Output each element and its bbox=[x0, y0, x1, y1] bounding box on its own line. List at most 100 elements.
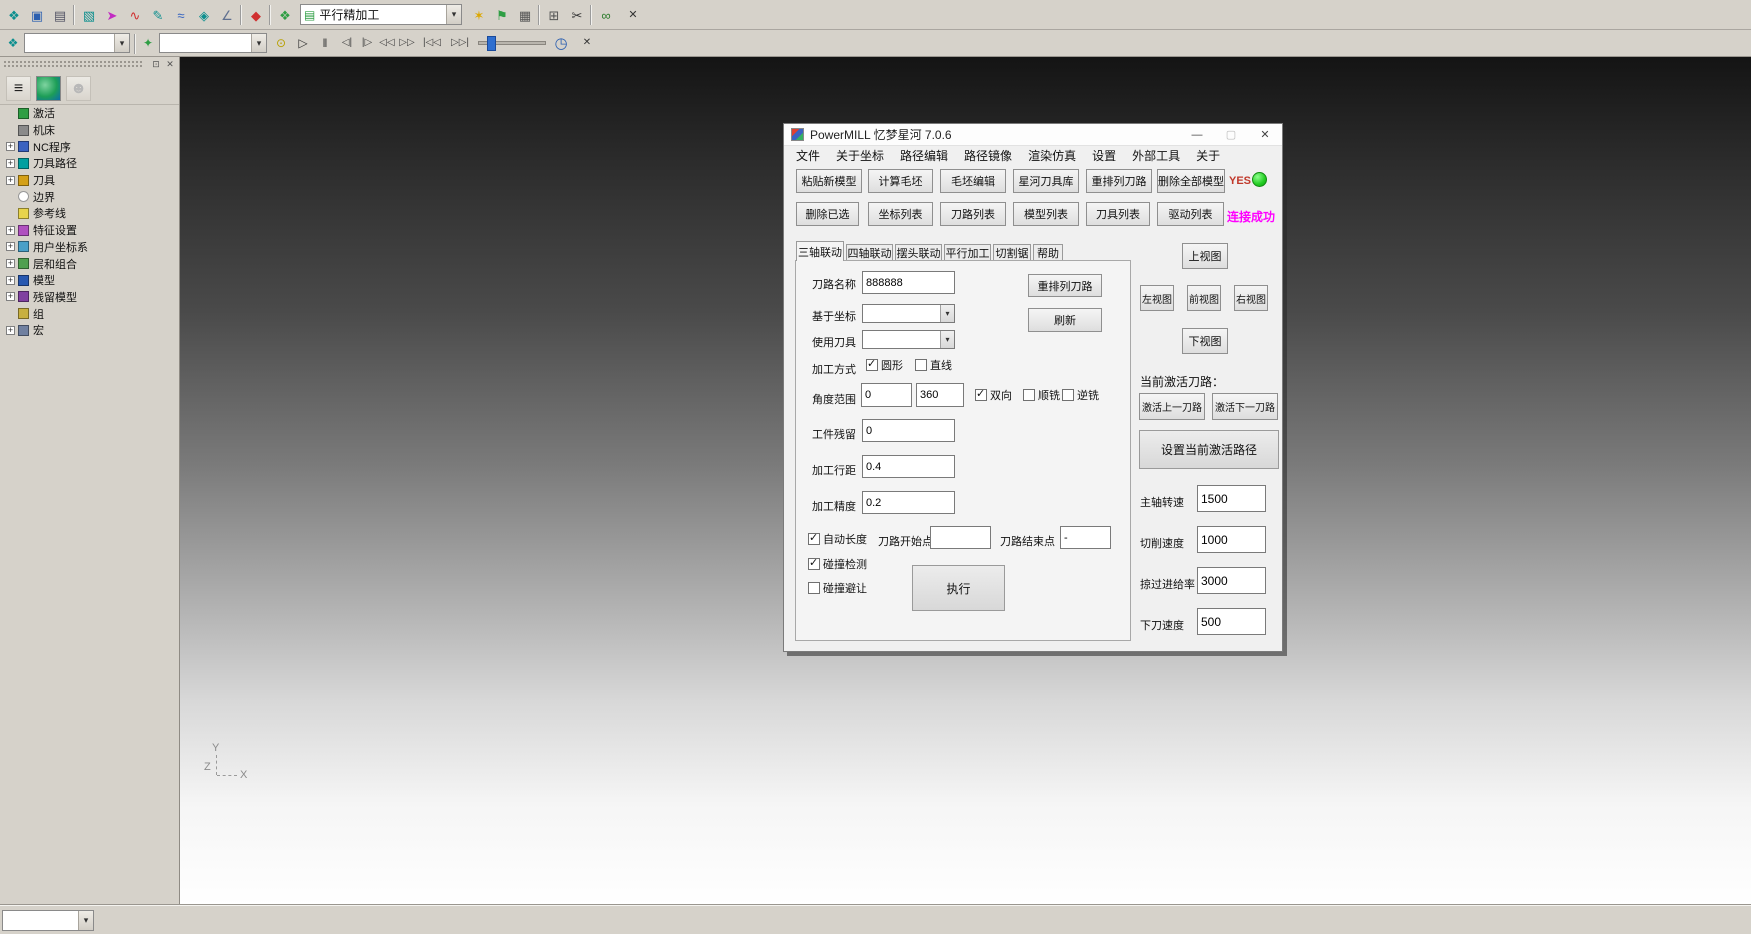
play-button[interactable]: ▷ bbox=[293, 33, 313, 53]
sim-toolpath-combo[interactable]: ▾ bbox=[24, 33, 130, 53]
tree-item-models[interactable]: +模型 bbox=[2, 272, 178, 289]
rearrange-toolpaths-button[interactable]: 重排列刀路 bbox=[1086, 169, 1152, 193]
tool-list-button[interactable]: 刀具列表 bbox=[1086, 202, 1150, 226]
execute-button[interactable]: 执行 bbox=[912, 565, 1005, 611]
expand-icon[interactable]: + bbox=[6, 142, 15, 151]
menu-about[interactable]: 关于 bbox=[1188, 146, 1228, 167]
chevron-down-icon[interactable]: ▾ bbox=[114, 34, 129, 52]
expand-icon[interactable]: + bbox=[6, 242, 15, 251]
step-forward-button[interactable]: |▷ bbox=[357, 33, 377, 53]
tree-item-activate[interactable]: 激活 bbox=[2, 105, 178, 122]
user-macro-icon[interactable]: ◆ bbox=[245, 4, 267, 26]
tree-item-machine[interactable]: 机床 bbox=[2, 122, 178, 139]
pause-button[interactable]: ‖ bbox=[315, 33, 335, 53]
statusbar-combo[interactable]: ▾ bbox=[2, 910, 94, 931]
layers-icon[interactable]: ❖ bbox=[3, 4, 25, 26]
drive-list-button[interactable]: 驱动列表 bbox=[1157, 202, 1224, 226]
toolbar-close-button[interactable]: ✕ bbox=[577, 33, 597, 53]
fast-forward-button[interactable]: ▷▷ bbox=[397, 33, 417, 53]
collision-check-checkbox[interactable]: 碰撞检测 bbox=[808, 556, 867, 572]
step-back-button[interactable]: ◁| bbox=[337, 33, 357, 53]
dock-icon[interactable]: ⊡ bbox=[150, 58, 162, 70]
calculator-icon[interactable]: ▦ bbox=[514, 4, 536, 26]
base-coord-select[interactable]: ▾ bbox=[862, 304, 955, 323]
activate-next-toolpath-button[interactable]: 激活下一刀路 bbox=[1212, 393, 1278, 420]
ghost-icon[interactable]: ☻ bbox=[66, 76, 91, 101]
menu-settings[interactable]: 设置 bbox=[1084, 146, 1124, 167]
plunge-speed-input[interactable] bbox=[1197, 608, 1266, 635]
lightbulb-icon[interactable]: ⊙ bbox=[271, 33, 291, 53]
menu-path-mirror[interactable]: 路径镜像 bbox=[956, 146, 1020, 167]
block-icon[interactable]: ▧ bbox=[78, 4, 100, 26]
model-list-button[interactable]: 模型列表 bbox=[1013, 202, 1079, 226]
chevron-down-icon[interactable]: ▾ bbox=[940, 305, 954, 322]
tool-library-button[interactable]: 星河刀具库 bbox=[1013, 169, 1079, 193]
delete-all-models-button[interactable]: 删除全部模型 bbox=[1157, 169, 1225, 193]
panel-grip[interactable] bbox=[4, 61, 144, 63]
mode-line-checkbox[interactable]: 直线 bbox=[915, 357, 952, 373]
tree-item-patterns[interactable]: 参考线 bbox=[2, 205, 178, 222]
start-point-input[interactable] bbox=[930, 526, 991, 549]
mode-circle-checkbox[interactable]: 圆形 bbox=[866, 357, 903, 373]
rearrange-button[interactable]: 重排列刀路 bbox=[1028, 274, 1102, 297]
tolerance-input[interactable] bbox=[862, 491, 955, 514]
panel-grip[interactable] bbox=[4, 65, 144, 67]
view-bottom-button[interactable]: 下视图 bbox=[1182, 328, 1228, 354]
print-icon[interactable]: ▤ bbox=[49, 4, 71, 26]
menu-coords[interactable]: 关于坐标 bbox=[828, 146, 892, 167]
star-tool-icon[interactable]: ✶ bbox=[468, 4, 490, 26]
close-button[interactable]: ✕ bbox=[1248, 124, 1282, 145]
expand-icon[interactable]: + bbox=[6, 326, 15, 335]
dialog-titlebar[interactable]: PowerMILL 忆梦星河 7.0.6 — ▢ ✕ bbox=[784, 124, 1282, 146]
menu-render-sim[interactable]: 渲染仿真 bbox=[1020, 146, 1084, 167]
jump-end-button[interactable]: ▷▷| bbox=[447, 33, 473, 53]
slider-handle[interactable] bbox=[487, 36, 496, 51]
tab-3axis[interactable]: 三轴联动 bbox=[796, 241, 844, 261]
coord-list-button[interactable]: 坐标列表 bbox=[868, 202, 933, 226]
angle-from-input[interactable] bbox=[861, 383, 912, 407]
view-left-button[interactable]: 左视图 bbox=[1140, 285, 1174, 311]
expand-icon[interactable]: + bbox=[6, 226, 15, 235]
levels-icon[interactable]: ❖ bbox=[274, 4, 296, 26]
curve-icon[interactable]: ≈ bbox=[170, 4, 192, 26]
set-active-path-button[interactable]: 设置当前激活路径 bbox=[1139, 430, 1279, 469]
maximize-button[interactable]: ▢ bbox=[1214, 124, 1248, 145]
tree-item-macros[interactable]: +宏 bbox=[2, 322, 178, 339]
tree-item-workplanes[interactable]: +用户坐标系 bbox=[2, 239, 178, 256]
globe-icon[interactable] bbox=[36, 76, 61, 101]
tree-item-tools[interactable]: +刀具 bbox=[2, 172, 178, 189]
refresh-button[interactable]: 刷新 bbox=[1028, 308, 1102, 332]
pencil-icon[interactable]: ✎ bbox=[147, 4, 169, 26]
tool-select[interactable]: ▾ bbox=[862, 330, 955, 349]
expand-icon[interactable]: + bbox=[6, 159, 15, 168]
expand-icon[interactable]: + bbox=[6, 259, 15, 268]
cutting-speed-input[interactable] bbox=[1197, 526, 1266, 553]
scissors-icon[interactable]: ✂ bbox=[566, 4, 588, 26]
expand-icon[interactable]: + bbox=[6, 292, 15, 301]
clock-icon[interactable]: ◷ bbox=[551, 33, 571, 53]
bidirectional-checkbox[interactable]: 双向 bbox=[975, 387, 1012, 403]
tab-help[interactable]: 帮助 bbox=[1033, 244, 1063, 260]
angle-to-input[interactable] bbox=[916, 383, 964, 407]
spindle-speed-input[interactable] bbox=[1197, 485, 1266, 512]
toolbar-close-button[interactable]: ✕ bbox=[622, 4, 644, 26]
tree-item-toolpaths[interactable]: +刀具路径 bbox=[2, 155, 178, 172]
close-icon[interactable]: ✕ bbox=[164, 58, 176, 70]
view-top-button[interactable]: 上视图 bbox=[1182, 243, 1228, 269]
angle-icon[interactable]: ∠ bbox=[216, 4, 238, 26]
chevron-down-icon[interactable]: ▾ bbox=[446, 5, 461, 24]
view-front-button[interactable]: 前视图 bbox=[1187, 285, 1221, 311]
climb-mill-checkbox[interactable]: 顺铣 bbox=[1023, 387, 1060, 403]
jump-start-button[interactable]: |◁◁ bbox=[419, 33, 445, 53]
tree-item-levels[interactable]: +层和组合 bbox=[2, 255, 178, 272]
tree-item-stock-models[interactable]: +残留模型 bbox=[2, 289, 178, 306]
tree-view-icon[interactable]: ≡ bbox=[6, 76, 31, 101]
chevron-down-icon[interactable]: ▾ bbox=[251, 34, 266, 52]
compute-block-button[interactable]: 计算毛坯 bbox=[868, 169, 933, 193]
tree-item-boundaries[interactable]: 边界 bbox=[2, 188, 178, 205]
activate-prev-toolpath-button[interactable]: 激活上一刀路 bbox=[1139, 393, 1205, 420]
skim-feed-input[interactable] bbox=[1197, 567, 1266, 594]
chevron-down-icon[interactable]: ▾ bbox=[78, 911, 93, 930]
auto-length-checkbox[interactable]: 自动长度 bbox=[808, 531, 867, 547]
rewind-button[interactable]: ◁◁ bbox=[377, 33, 397, 53]
